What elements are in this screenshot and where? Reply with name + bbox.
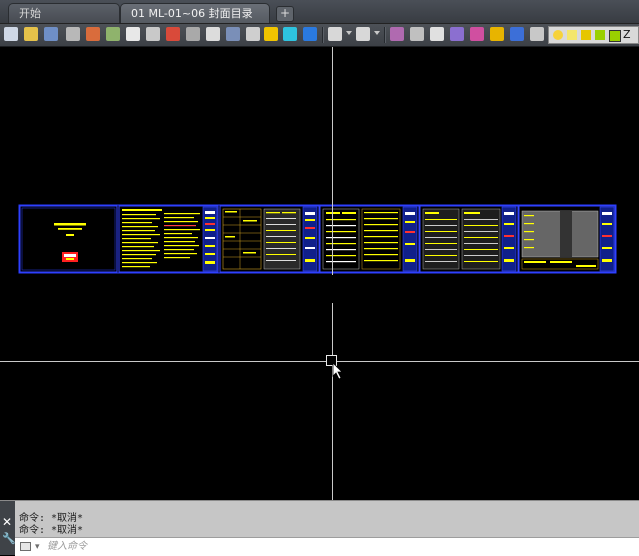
- drawing-canvas: [18, 204, 617, 274]
- gradient-icon[interactable]: [510, 27, 524, 41]
- command-prompt-icon[interactable]: [20, 542, 31, 551]
- wrench-icon[interactable]: 🔧: [2, 532, 16, 545]
- layer-lock-icon[interactable]: [581, 30, 591, 40]
- sheet-index: [319, 205, 420, 273]
- mouse-pointer-icon: [332, 362, 343, 380]
- table-icon[interactable]: [283, 27, 297, 41]
- command-window-sidebar: ✕ 🔧: [0, 501, 16, 555]
- new-tab-button[interactable]: +: [276, 6, 294, 22]
- sheet-cover: [19, 205, 118, 273]
- undo-dropdown-icon[interactable]: [346, 31, 352, 35]
- crosshair-gap: [329, 275, 336, 303]
- crosshair-horizontal: [0, 361, 639, 362]
- publish-icon[interactable]: [106, 27, 120, 41]
- 3d-icon[interactable]: [530, 27, 544, 41]
- sheet-notes: [118, 205, 219, 273]
- layer-on-bulb-icon[interactable]: [553, 30, 563, 40]
- sheet-tables-b: [419, 205, 519, 273]
- layer-swatch-icon: [609, 30, 621, 42]
- render-icon[interactable]: [126, 27, 140, 41]
- block-icon[interactable]: [226, 27, 240, 41]
- toolbar-separator: [322, 27, 323, 43]
- undo-icon[interactable]: [328, 27, 342, 41]
- command-input[interactable]: [47, 539, 627, 554]
- match-prop-icon[interactable]: [206, 27, 220, 41]
- zoom-icon[interactable]: [470, 27, 484, 41]
- quick-toolbar: Z: [0, 24, 639, 47]
- open-icon[interactable]: [24, 27, 38, 41]
- text-icon[interactable]: [264, 27, 278, 41]
- properties-icon[interactable]: [410, 27, 424, 41]
- insert-icon[interactable]: [246, 27, 260, 41]
- print-icon[interactable]: [66, 27, 80, 41]
- document-tab-bar: 开始 01 ML-01~06 封面目录 +: [0, 0, 639, 24]
- command-history-line: 命令: *取消*: [19, 525, 84, 536]
- tab-start[interactable]: 开始: [8, 3, 120, 23]
- tab-document[interactable]: 01 ML-01~06 封面目录: [120, 3, 270, 23]
- layer-color-icon[interactable]: [595, 30, 605, 40]
- toolbar-separator: [384, 27, 385, 43]
- save-icon[interactable]: [44, 27, 58, 41]
- layer-freeze-sun-icon[interactable]: [567, 30, 577, 40]
- cut-icon[interactable]: [146, 27, 160, 41]
- sheet-plan: [518, 205, 616, 273]
- layer-icon[interactable]: [430, 27, 444, 41]
- layer-name: Z: [623, 28, 631, 41]
- crosshair-vertical: [332, 47, 333, 500]
- hatch-icon[interactable]: [303, 27, 317, 41]
- erase-icon[interactable]: [390, 27, 404, 41]
- pan-icon[interactable]: [450, 27, 464, 41]
- measure-icon[interactable]: [490, 27, 504, 41]
- plot-icon[interactable]: [86, 27, 100, 41]
- new-icon[interactable]: [4, 27, 18, 41]
- command-input-row: ▾: [15, 537, 639, 556]
- layer-control[interactable]: Z: [548, 26, 639, 44]
- drawing-viewport[interactable]: [0, 47, 639, 500]
- copy-icon[interactable]: [166, 27, 180, 41]
- paste-icon[interactable]: [186, 27, 200, 41]
- command-window: ✕ 🔧 命令: *取消* 命令: *取消* ▾: [0, 500, 639, 556]
- redo-dropdown-icon[interactable]: [374, 31, 380, 35]
- sheet-tables-a: [219, 205, 320, 273]
- redo-icon[interactable]: [356, 27, 370, 41]
- close-icon[interactable]: ✕: [2, 515, 12, 529]
- chevron-down-icon[interactable]: ▾: [35, 542, 40, 552]
